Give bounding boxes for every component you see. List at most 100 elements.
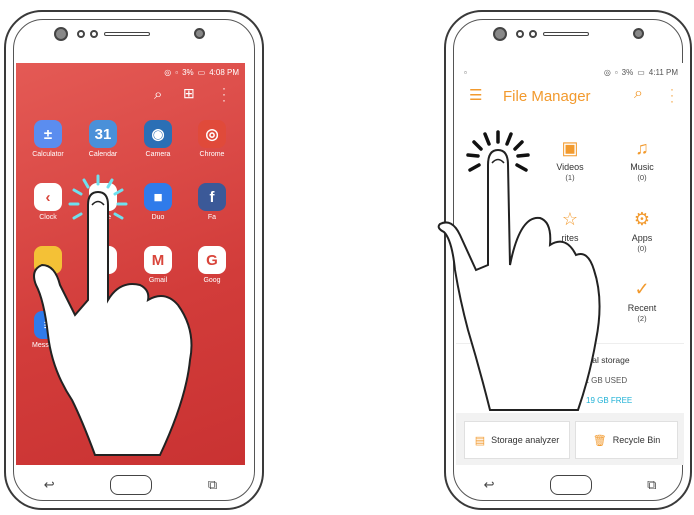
app-label: Clock: [39, 214, 57, 221]
app-drive[interactable]: ▲ Drive: [76, 183, 130, 221]
left-screen: ◎ ▫ 3% ▭ 4:08 PM ⌕ ⊞ · · · ± Calculator 31 Ca…: [16, 63, 245, 465]
home-button[interactable]: [549, 475, 592, 495]
recents-icon[interactable]: ⧉: [647, 477, 656, 493]
category-label: Music: [630, 162, 654, 172]
camera-icon: ◉: [144, 120, 172, 148]
video-icon: ▣: [561, 138, 579, 158]
calendar-icon: 31: [89, 120, 117, 148]
left-speaker: [104, 32, 150, 36]
file-icon: [466, 208, 526, 230]
right-sensor-2: [529, 30, 537, 38]
left-camera-2: [194, 28, 205, 39]
left-status-bar: ◎ ▫ 3% ▭ 4:08 PM: [16, 63, 245, 81]
left-front-camera: [54, 27, 68, 41]
sync-icon: ◎: [164, 67, 172, 77]
recycle-bin-label: Recycle Bin: [612, 435, 661, 445]
app-label: Duo: [151, 214, 165, 221]
gallery-notification-icon: ▫: [464, 67, 467, 77]
sim-icon: ▫: [175, 67, 179, 77]
hamburger-menu-icon[interactable]: ☰: [469, 86, 482, 104]
app-grid-icon[interactable]: ⊞: [183, 85, 195, 102]
clock-icon: ‹: [34, 183, 62, 211]
right-screen: ▫ ◎ ▫ 3% ▭ 4:11 PM ☰ File Manager ⌕ · · · …: [456, 63, 684, 465]
app-calculator[interactable]: ± Calculator: [21, 120, 75, 158]
back-icon[interactable]: ↩: [44, 477, 55, 493]
right-speaker: [543, 32, 589, 36]
right-front-camera: [493, 27, 507, 41]
app-messenger[interactable]: ~ Messenger: [76, 311, 130, 349]
app-calendar[interactable]: 31 Calendar: [76, 120, 130, 158]
google-icon: G: [198, 246, 226, 274]
back-icon[interactable]: ↩: [484, 477, 495, 493]
app-label: Fi: [45, 277, 51, 284]
right-status-bar: ▫ ◎ ▫ 3% ▭ 4:11 PM: [456, 63, 684, 81]
left-sensor-2: [90, 30, 98, 38]
left-nav-bar: ↩ ⧉: [16, 472, 245, 498]
duo-icon: ■: [144, 183, 172, 211]
maps-icon: ◆: [89, 246, 117, 274]
left-battery: 3%: [182, 67, 194, 77]
app-label: Calculator: [32, 151, 64, 158]
chrome-icon: ◎: [198, 120, 226, 148]
messages-icon: ≡: [34, 311, 62, 339]
category-music[interactable]: ♫ Music (0): [612, 137, 672, 182]
app-icon: [34, 246, 62, 274]
app-label: Gmail: [148, 277, 168, 284]
category-label: Apps: [631, 233, 653, 243]
app-camera[interactable]: ◉ Camera: [131, 120, 185, 158]
category-co[interactable]: Co: [466, 208, 526, 244]
home-button[interactable]: [110, 475, 153, 495]
right-camera-2: [633, 28, 644, 39]
calculator-icon: ±: [34, 120, 62, 148]
storage-analyzer-label: Storage analyzer: [491, 435, 560, 445]
category-rites[interactable]: ☆ rites: [540, 208, 600, 244]
battery-icon: ▭: [197, 67, 206, 77]
recycle-bin-button[interactable]: 🗑 Recycle Bin: [575, 421, 678, 459]
app-chrome[interactable]: ◎ Chrome: [185, 120, 239, 158]
storage-used: 92 GB USED: [580, 376, 628, 385]
app-fi[interactable]: Fi: [21, 246, 75, 284]
sim-icon: ▫: [614, 67, 618, 77]
app-label: Messages: [32, 342, 64, 349]
app-duo[interactable]: ■ Duo: [131, 183, 185, 221]
storage-analyzer-button[interactable]: ▤ Storage analyzer: [464, 421, 570, 459]
gmail-icon: M: [144, 246, 172, 274]
app-label: Goog: [203, 277, 221, 284]
app-label: Drive: [94, 214, 112, 221]
app-messages[interactable]: ≡ Messages: [21, 311, 75, 349]
category-apps[interactable]: ⚙ Apps (0): [612, 208, 672, 253]
category-videos[interactable]: ▣ Videos (1): [540, 137, 600, 182]
search-icon[interactable]: ⌕: [634, 85, 643, 103]
category-recent[interactable]: ✓ Recent (2): [612, 278, 672, 323]
check-circle-icon: ✓: [634, 279, 650, 299]
app-photos[interactable]: ✱ Photos: [131, 311, 185, 349]
search-icon[interactable]: ⌕: [154, 86, 162, 103]
app-goog[interactable]: G Goog: [185, 246, 239, 284]
app-clock[interactable]: ‹ Clock: [21, 183, 75, 221]
app-gmail[interactable]: M Gmail: [131, 246, 185, 284]
right-battery: 3%: [621, 67, 634, 77]
right-nav-bar: ↩ ⧉: [456, 472, 684, 498]
overflow-menu-icon[interactable]: · · ·: [670, 83, 674, 107]
app-title: File Manager: [503, 88, 591, 105]
app-label: Fa: [207, 214, 217, 221]
storage-free: 19 GB FREE: [586, 396, 633, 405]
app-label: Camera: [145, 151, 171, 158]
photos-icon: ✱: [144, 311, 172, 339]
recents-icon[interactable]: ⧉: [208, 477, 217, 493]
app-fa[interactable]: f Fa: [185, 183, 239, 221]
overflow-menu-icon[interactable]: · · ·: [222, 82, 226, 106]
app-label: Chrome: [199, 151, 225, 158]
app-maps[interactable]: ◆: [76, 246, 130, 277]
left-time: 4:08 PM: [209, 67, 239, 77]
category-count: (0): [637, 173, 647, 182]
android-icon: ⚙: [633, 209, 651, 229]
category-count: (2): [637, 314, 647, 323]
storage-analyzer-icon: ▤: [474, 434, 486, 447]
star-icon: ☆: [561, 209, 579, 229]
facebook-icon: f: [198, 183, 226, 211]
storage-title[interactable]: ernal storage: [580, 355, 630, 365]
drive-icon: ▲: [89, 183, 117, 211]
sync-icon: ◎: [603, 67, 611, 77]
music-icon: ♫: [635, 138, 649, 158]
